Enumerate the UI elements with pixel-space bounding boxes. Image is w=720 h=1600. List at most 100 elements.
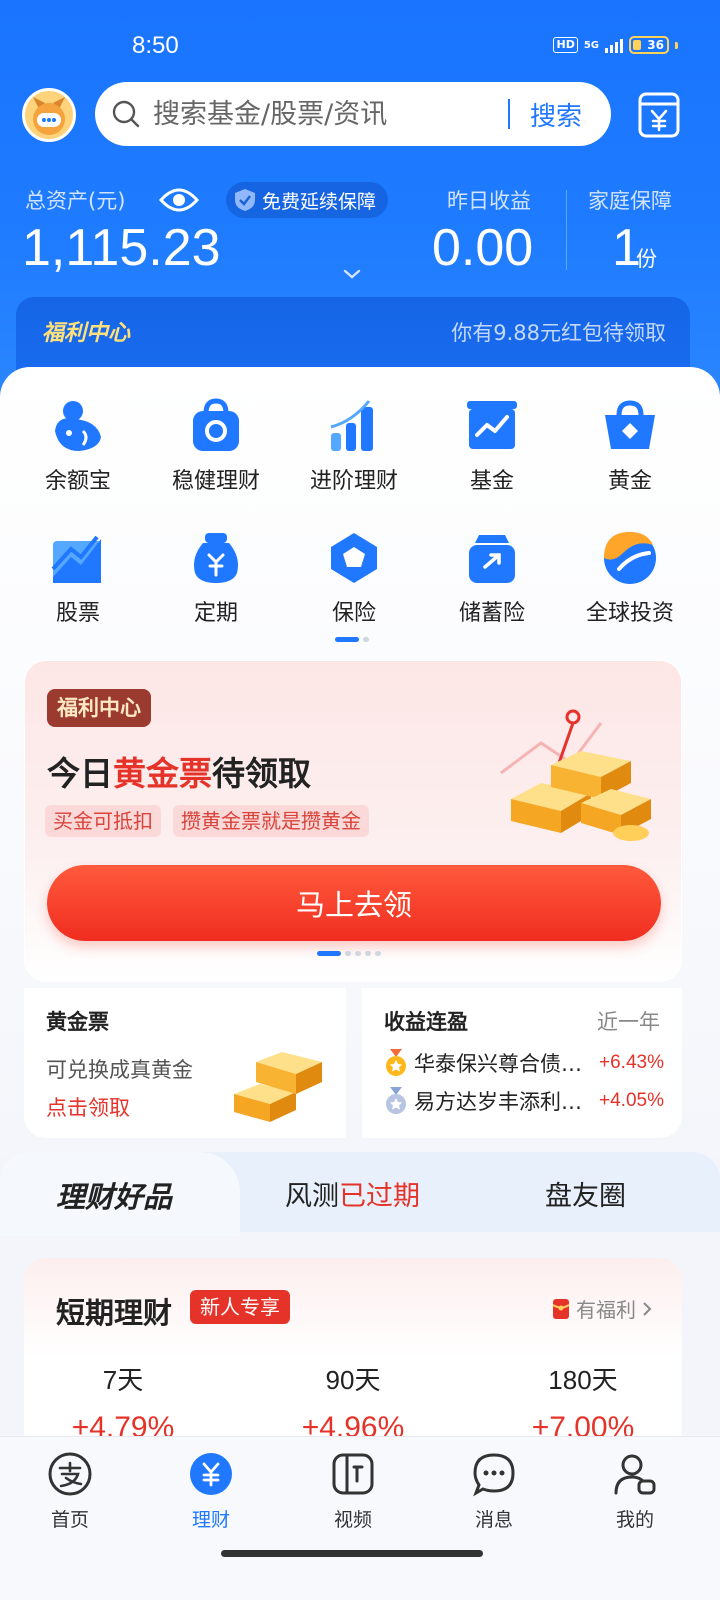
status-bar: 8:50 HD 5G 36 bbox=[0, 30, 720, 64]
claim-now-button[interactable]: 马上去领 bbox=[47, 865, 661, 941]
hd-icon: HD bbox=[553, 37, 578, 53]
search-input[interactable] bbox=[153, 96, 533, 132]
yesterday-income-value[interactable]: 0.00 bbox=[432, 218, 533, 278]
tab-good-products[interactable]: 理财好品 bbox=[56, 1174, 172, 1216]
yesterday-income-label: 昨日收益 bbox=[447, 189, 531, 213]
shield-icon bbox=[235, 189, 255, 211]
home-indicator[interactable] bbox=[221, 1550, 483, 1557]
avatar[interactable] bbox=[22, 88, 76, 142]
nav-label: 视频 bbox=[333, 1509, 372, 1531]
alipay-home-icon bbox=[48, 1452, 92, 1496]
message-icon bbox=[473, 1453, 515, 1497]
header-divider bbox=[566, 190, 567, 270]
insurance-icon bbox=[331, 533, 377, 583]
term-days: 7天 bbox=[102, 1365, 144, 1395]
stock-icon bbox=[51, 535, 101, 583]
profit-streak-card[interactable]: 收益连盈 近一年 华泰保兴尊合债券A +6.43% 易方达岁丰添利债券 +4.0… bbox=[362, 988, 682, 1138]
promo-page-indicator bbox=[317, 951, 381, 956]
grid-item-global-invest[interactable]: 全球投资 bbox=[560, 529, 700, 627]
search-button[interactable]: 搜索 bbox=[530, 96, 582, 133]
short-term-title: 短期理财 bbox=[56, 1296, 173, 1330]
gold-medal-icon bbox=[386, 1049, 406, 1076]
family-protection-unit: 份 bbox=[636, 247, 657, 271]
promo-chip: 攒黄金票就是攒黄金 bbox=[173, 805, 369, 837]
gold-ticket-title: 黄金票 bbox=[46, 1010, 109, 1034]
promo-chip: 买金可抵扣 bbox=[45, 805, 161, 837]
nav-messages[interactable]: 消息 bbox=[444, 1451, 544, 1532]
network-type: 5G bbox=[583, 39, 599, 51]
search-divider bbox=[508, 99, 510, 129]
grid-item-stock[interactable]: 股票 bbox=[8, 529, 148, 627]
tab-community[interactable]: 盘友圈 bbox=[545, 1174, 626, 1213]
nav-home[interactable]: 首页 bbox=[20, 1451, 120, 1532]
search-icon bbox=[112, 100, 140, 128]
fund-name: 华泰保兴尊合债券A bbox=[414, 1052, 586, 1076]
chevron-down-icon[interactable] bbox=[342, 268, 362, 280]
gold-bars-illustration bbox=[500, 709, 651, 841]
promo-title-highlight: 黄金票 bbox=[113, 754, 212, 793]
grid-item-fund[interactable]: 基金 bbox=[422, 397, 562, 495]
grid-label: 余额宝 bbox=[44, 469, 111, 494]
profit-streak-title: 收益连盈 bbox=[384, 1010, 468, 1034]
nav-label: 我的 bbox=[615, 1509, 654, 1531]
finance-tabs: 理财好品 风测已过期 盘友圈 bbox=[0, 1152, 720, 1236]
promo-tag: 福利中心 bbox=[47, 689, 151, 727]
steady-finance-icon bbox=[193, 398, 239, 451]
grid-label: 基金 bbox=[469, 469, 514, 494]
grid-page-indicator bbox=[335, 637, 369, 642]
search-box[interactable]: 搜索 bbox=[95, 82, 611, 146]
grid-item-insurance[interactable]: 保险 bbox=[284, 529, 424, 627]
grid-item-gold[interactable]: 黄金 bbox=[560, 397, 700, 495]
gold-ticket-desc: 可兑换成真黄金 bbox=[46, 1058, 193, 1082]
global-invest-icon bbox=[604, 532, 656, 584]
protection-badge[interactable]: 免费延续保障 bbox=[226, 182, 389, 218]
gold-bars-icon bbox=[234, 1052, 322, 1122]
total-assets-value[interactable]: 1,115.23 bbox=[22, 218, 221, 278]
term-option[interactable]: 180天 +7.00% bbox=[508, 1360, 658, 1445]
grid-label: 股票 bbox=[55, 601, 100, 626]
battery-icon: 36 bbox=[629, 36, 669, 54]
grid-label: 储蓄险 bbox=[458, 601, 525, 626]
gold-ticket-promo-card[interactable]: 福利中心 今日黄金票待领取 买金可抵扣 攒黄金票就是攒黄金 马上去领 bbox=[24, 660, 682, 982]
grid-label: 全球投资 bbox=[585, 601, 674, 626]
grid-label: 定期 bbox=[193, 601, 238, 626]
term-days: 90天 bbox=[325, 1365, 381, 1395]
new-user-badge: 新人专享 bbox=[190, 1290, 290, 1324]
grid-label: 保险 bbox=[331, 601, 376, 626]
nav-wealth[interactable]: 理财 bbox=[161, 1451, 261, 1532]
total-assets-label: 总资产(元) bbox=[25, 189, 126, 213]
family-protection-label: 家庭保障 bbox=[588, 189, 672, 213]
profile-icon bbox=[614, 1454, 656, 1495]
grid-item-fixed-term[interactable]: 定期 bbox=[146, 529, 286, 627]
bill-icon[interactable] bbox=[638, 92, 680, 138]
short-term-finance-card[interactable]: 短期理财 新人专享 有福利 7天 +4.79% 90天 +4.96% 180天 … bbox=[24, 1258, 682, 1458]
nav-label: 首页 bbox=[50, 1509, 89, 1531]
fund-icon bbox=[467, 401, 517, 449]
term-option[interactable]: 90天 +4.96% bbox=[278, 1360, 428, 1445]
grid-item-savings-insurance[interactable]: 储蓄险 bbox=[422, 529, 562, 627]
silver-medal-icon bbox=[386, 1087, 406, 1114]
welfare-red-packet-tip: 你有9.88元红包待领取 bbox=[451, 321, 666, 345]
eye-icon[interactable] bbox=[159, 184, 199, 216]
benefit-link[interactable]: 有福利 bbox=[552, 1294, 652, 1323]
fund-row[interactable]: 华泰保兴尊合债券A +6.43% bbox=[384, 1048, 664, 1078]
benefit-label: 有福利 bbox=[576, 1298, 636, 1322]
advanced-finance-icon bbox=[330, 400, 373, 451]
wealth-icon bbox=[190, 1453, 232, 1495]
grid-label: 稳健理财 bbox=[171, 469, 260, 494]
welfare-center-title: 福利中心 bbox=[42, 321, 131, 346]
grid-item-yuebao[interactable]: 余额宝 bbox=[8, 397, 148, 495]
status-icons: HD 5G 36 bbox=[553, 36, 678, 54]
nav-video[interactable]: 视频 bbox=[303, 1451, 403, 1532]
tab-risk-assessment[interactable]: 风测已过期 bbox=[285, 1174, 420, 1213]
nav-profile[interactable]: 我的 bbox=[585, 1451, 685, 1532]
tab-risk-label: 风测 bbox=[285, 1181, 339, 1212]
grid-item-steady-finance[interactable]: 稳健理财 bbox=[146, 397, 286, 495]
term-option[interactable]: 7天 +4.79% bbox=[48, 1360, 198, 1445]
gold-ticket-claim-link[interactable]: 点击领取 bbox=[46, 1092, 130, 1122]
grid-item-advanced-finance[interactable]: 进阶理财 bbox=[284, 397, 424, 495]
tab-risk-status: 已过期 bbox=[339, 1181, 420, 1212]
promo-title: 今日黄金票待领取 bbox=[47, 747, 311, 795]
gold-ticket-card[interactable]: 黄金票 可兑换成真黄金 点击领取 bbox=[24, 988, 346, 1138]
fund-row[interactable]: 易方达岁丰添利债券 +4.05% bbox=[384, 1086, 664, 1116]
